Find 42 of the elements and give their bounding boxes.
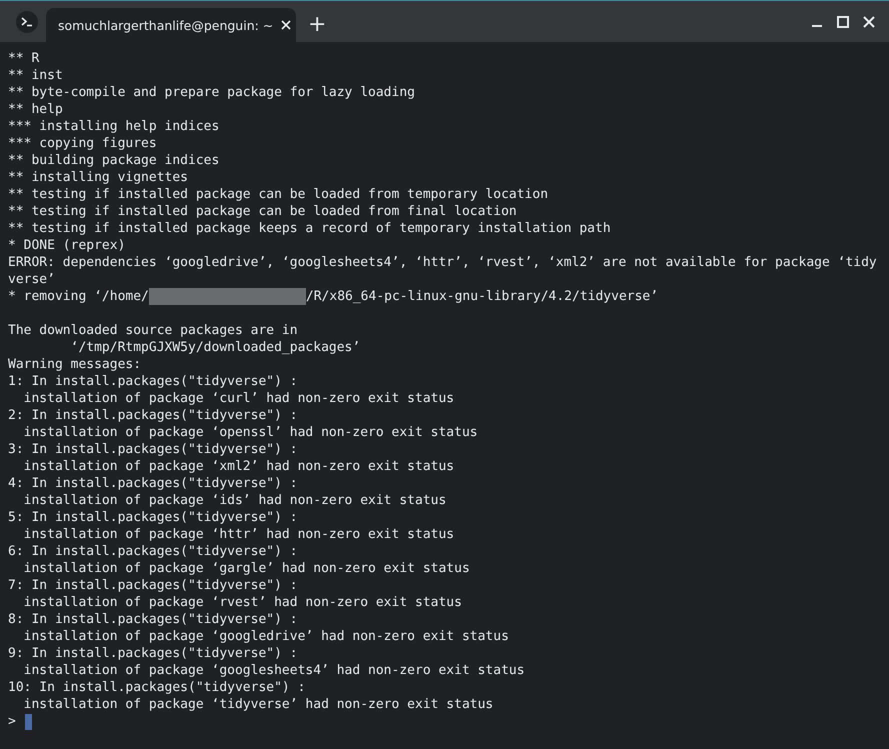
terminal-line: 4: In install.packages("tidyverse") : — [8, 475, 298, 492]
terminal-line: Warning messages: — [8, 356, 142, 373]
terminal-line: ** byte-compile and prepare package for lazy loading — [8, 84, 415, 101]
terminal-line: installation of package ‘httr’ had non-zero exit status — [22, 526, 454, 543]
terminal-line: installation of package ‘tidyverse’ had non-zero exit status — [22, 696, 494, 713]
terminal-line: ** inst — [8, 67, 63, 84]
terminal-line: ** installing vignettes — [8, 169, 188, 186]
terminal-line: 5: In install.packages("tidyverse") : — [8, 509, 298, 526]
terminal-line: * removing ‘/home/ — [8, 288, 149, 305]
terminal-line: The downloaded source packages are in — [8, 322, 298, 339]
new-tab-button[interactable]: + — [304, 12, 330, 38]
terminal-line: verse’ — [8, 271, 55, 288]
terminal-line: /R/x86_64-pc-linux-gnu-library/4.2/tidyverse’ — [306, 288, 658, 305]
terminal-line: ** testing if installed package can be loaded from final location — [8, 203, 517, 220]
terminal-line: 9: In install.packages("tidyverse") : — [8, 645, 298, 662]
terminal-line: installation of package ‘rvest’ had non-zero exit status — [22, 594, 462, 611]
terminal-line: ** testing if installed package keeps a record of temporary installation path — [8, 220, 611, 237]
terminal-line: 2: In install.packages("tidyverse") : — [8, 407, 298, 424]
terminal-line: 8: In install.packages("tidyverse") : — [8, 611, 298, 628]
terminal-line: *** copying figures — [8, 135, 157, 152]
terminal-line: installation of package ‘curl’ had non-zero exit status — [22, 390, 454, 407]
terminal-line: 6: In install.packages("tidyverse") : — [8, 543, 298, 560]
terminal-line: ** testing if installed package can be loaded from temporary location — [8, 186, 548, 203]
terminal-line: * DONE (reprex) — [8, 237, 126, 254]
terminal-line: ‘/tmp/RtmpGJXW5y/downloaded_packages’ — [70, 339, 360, 356]
terminal-line: installation of package ‘ids’ had non-zero exit status — [22, 492, 446, 509]
terminal-line: 3: In install.packages("tidyverse") : — [8, 441, 298, 458]
terminal-line: installation of package ‘gargle’ had non-zero exit status — [22, 560, 470, 577]
terminal-line: installation of package ‘googledrive’ had non-zero exit status — [22, 628, 509, 645]
terminal-line: ** R — [8, 50, 40, 67]
terminal-line: ** building package indices — [8, 152, 220, 169]
terminal-line: ERROR: dependencies ‘googledrive’, ‘googlesheets4’, ‘httr’, ‘rvest’, ‘xml2’ are not available for package ‘tidy — [8, 254, 877, 271]
terminal-line: 10: In install.packages("tidyverse") : — [8, 679, 306, 696]
terminal-line: installation of package ‘openssl’ had non-zero exit status — [22, 424, 478, 441]
terminal-line: 1: In install.packages("tidyverse") : — [8, 373, 298, 390]
terminal-tab[interactable]: somuchlargerthanlife@penguin: ~ — [46, 8, 296, 42]
terminal-line: installation of package ‘xml2’ had non-zero exit status — [22, 458, 454, 475]
terminal-line: ** help — [8, 101, 63, 118]
terminal-line: *** installing help indices — [8, 118, 220, 135]
terminal-line: 7: In install.packages("tidyverse") : — [8, 577, 298, 594]
prompt-symbol: > — [8, 713, 16, 730]
terminal-line: installation of package ‘googlesheets4’ had non-zero exit status — [22, 662, 525, 679]
